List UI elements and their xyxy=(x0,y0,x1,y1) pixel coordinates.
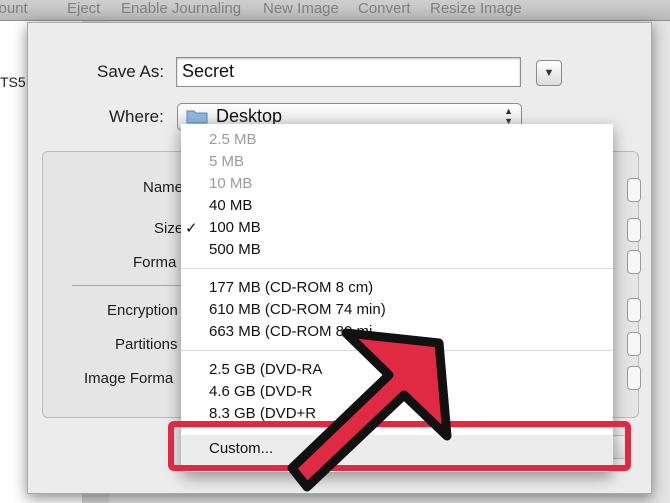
toolbar-convert[interactable]: Convert xyxy=(358,0,411,17)
menu-item-2-5mb: 2.5 MB xyxy=(209,131,257,148)
name-field-edge[interactable] xyxy=(627,178,641,202)
toolbar-eject[interactable]: Eject xyxy=(67,0,100,17)
menu-item-cd-8cm[interactable]: 177 MB (CD-ROM 8 cm) xyxy=(209,279,373,296)
toolbar-enable-journaling[interactable]: Enable Journaling xyxy=(121,0,241,17)
menu-item-5mb: 5 MB xyxy=(209,153,245,170)
checkmark-icon: ✓ xyxy=(185,220,198,237)
name-label: Name xyxy=(143,179,184,196)
chevron-down-icon: ▼ xyxy=(543,67,555,79)
encryption-control-edge[interactable] xyxy=(627,298,641,322)
menu-item-dvd-ram[interactable]: 2.5 GB (DVD-RA xyxy=(209,361,322,378)
image-format-control-edge[interactable] xyxy=(627,366,641,390)
format-label: Forma xyxy=(133,254,177,271)
encryption-label: Encryption xyxy=(107,302,178,319)
image-format-label: Image Forma xyxy=(84,370,174,387)
menu-item-dvd-r[interactable]: 4.6 GB (DVD-R xyxy=(209,383,312,400)
popup-arrows-icon: ▲ ▼ xyxy=(504,106,513,126)
size-label: Size xyxy=(154,220,184,237)
toolbar: Mount Eject Enable Journaling New Image … xyxy=(0,0,670,21)
menu-item-dvd-plus-r[interactable]: 8.3 GB (DVD+R xyxy=(209,405,316,422)
toolbar-resize-image[interactable]: Resize Image xyxy=(430,0,522,17)
toolbar-mount[interactable]: Mount xyxy=(0,0,28,17)
save-as-label: Save As: xyxy=(97,62,165,81)
toolbar-new-image[interactable]: New Image xyxy=(263,0,339,17)
size-control-edge[interactable] xyxy=(627,218,641,242)
expand-dialog-button[interactable]: ▼ xyxy=(536,60,562,86)
size-dropdown-menu: 2.5 MB 5 MB 10 MB 40 MB ✓ 100 MB 500 MB … xyxy=(181,124,613,472)
menu-item-40mb[interactable]: 40 MB xyxy=(209,197,252,214)
sidebar-item[interactable]: TS5 xyxy=(0,74,26,90)
menu-item-10mb: 10 MB xyxy=(209,175,253,192)
menu-separator xyxy=(181,350,613,351)
where-label: Where: xyxy=(109,107,164,126)
custom-highlight-box xyxy=(168,421,631,471)
partitions-control-edge[interactable] xyxy=(627,332,641,356)
partitions-label: Partitions xyxy=(115,336,178,353)
format-control-edge[interactable] xyxy=(627,250,641,274)
save-as-input[interactable]: Secret xyxy=(176,57,521,87)
menu-item-cd-74min[interactable]: 610 MB (CD-ROM 74 min) xyxy=(209,301,386,318)
folder-icon xyxy=(186,110,208,124)
menu-item-100mb[interactable]: 100 MB xyxy=(209,219,261,236)
group-divider xyxy=(72,285,192,286)
save-as-value: Secret xyxy=(182,61,235,81)
menu-separator xyxy=(181,268,613,269)
menu-item-cd-80min[interactable]: 663 MB (CD-ROM 80 mi xyxy=(209,323,372,340)
menu-item-500mb[interactable]: 500 MB xyxy=(209,241,261,258)
